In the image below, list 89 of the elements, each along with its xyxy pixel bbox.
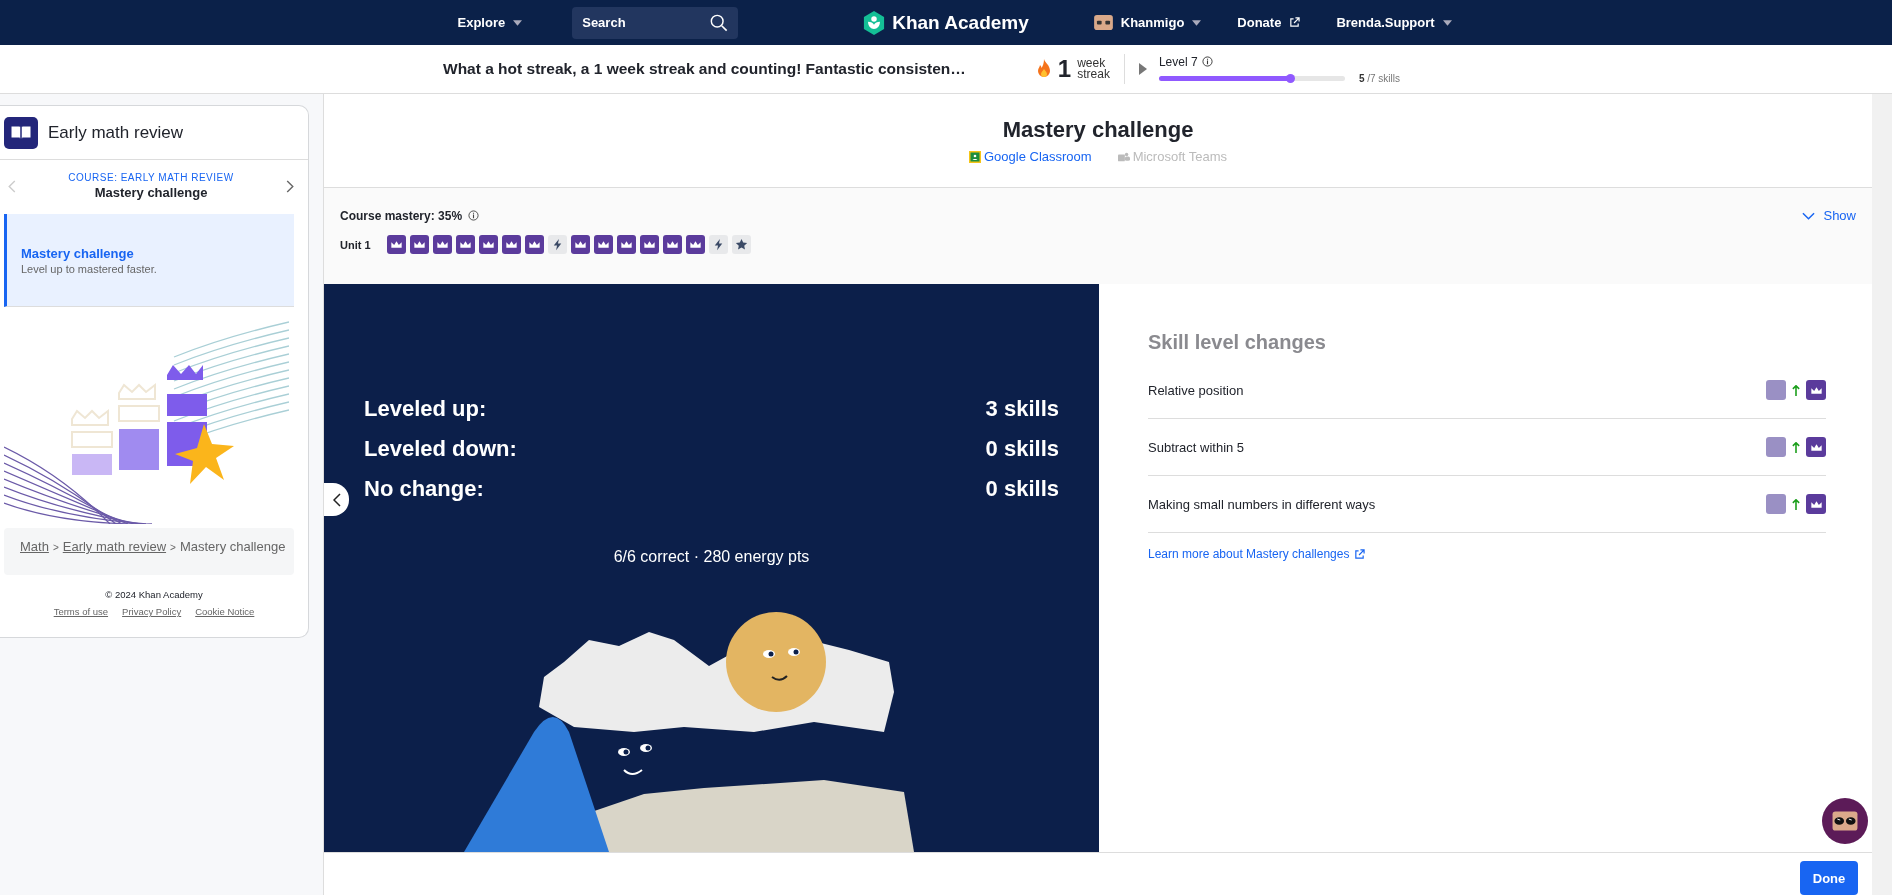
unit-label: Unit 1 (340, 238, 371, 251)
result-value: 0 skills (985, 436, 1059, 462)
caret-icon (1442, 19, 1452, 26)
result-value: 3 skills (985, 396, 1059, 422)
external-link-icon (1289, 17, 1301, 28)
course-mastery-label: Course mastery: 35% (340, 208, 480, 223)
crown-skill-icon[interactable] (386, 235, 406, 254)
arrow-up-icon (1792, 441, 1800, 453)
flame-icon (1035, 59, 1052, 79)
streak-unit: week (1077, 58, 1106, 69)
learn-more-link[interactable]: Learn more about Mastery challenges (1148, 547, 1366, 561)
sidebar-item[interactable]: Mastery challenge Level up to mastered faster. (4, 214, 294, 307)
crown-skill-icon (1806, 437, 1826, 457)
next-icon[interactable] (286, 179, 294, 193)
page-title: Mastery challenge (1002, 117, 1194, 143)
star-skill-icon[interactable] (731, 235, 751, 254)
breadcrumb-separator: > (52, 542, 59, 553)
breadcrumb-link[interactable]: Early math review (62, 539, 167, 554)
proficient-skill-icon (1766, 437, 1786, 457)
classroom-icon (968, 150, 981, 163)
result-label: No change: (364, 476, 484, 502)
skill-name: Subtract within 5 (1148, 439, 1245, 455)
current-lesson: Mastery challenge (94, 185, 208, 200)
info-icon[interactable] (468, 210, 480, 221)
streak-word: streak (1077, 69, 1110, 80)
avatar-icon (1093, 15, 1113, 30)
done-button[interactable]: Done (1800, 861, 1858, 895)
crown-skill-icon[interactable] (478, 235, 498, 254)
show-toggle[interactable]: Show (1802, 208, 1856, 223)
skill-name: Making small numbers in different ways (1148, 496, 1376, 512)
lightning-skill-icon[interactable] (708, 235, 728, 254)
lightning-skill-icon[interactable] (547, 235, 567, 254)
section-heading: Skill level changes (1148, 331, 1327, 354)
book-icon (4, 116, 38, 149)
footer-link[interactable]: Terms of use (53, 606, 109, 617)
footer-link[interactable]: Privacy Policy (122, 606, 182, 617)
result-value: 0 skills (985, 476, 1059, 502)
donate-link[interactable]: Donate (1237, 15, 1301, 30)
search-field[interactable]: Search (572, 6, 739, 39)
proficient-skill-icon (1766, 494, 1786, 514)
streak-count: 1 (1057, 55, 1072, 83)
site-logo[interactable]: Khan Academy (863, 10, 1029, 35)
arrow-up-icon (1792, 384, 1800, 396)
course-link[interactable]: COURSE: EARLY MATH REVIEW (68, 172, 234, 183)
crown-skill-icon[interactable] (662, 235, 682, 254)
crown-skill-icon[interactable] (639, 235, 659, 254)
result-label: Leveled down: (364, 436, 517, 462)
caret-icon (1192, 19, 1202, 26)
breadcrumb-current: Mastery challenge (179, 539, 286, 554)
skills-count: 5 /7 skills (1358, 72, 1400, 84)
avatar-icon (1822, 798, 1868, 844)
play-icon[interactable] (1138, 63, 1147, 75)
crown-skill-icon[interactable] (616, 235, 636, 254)
explore-menu[interactable]: Explore (457, 15, 523, 30)
chevron-left-icon (332, 492, 341, 507)
result-label: Leveled up: (364, 396, 487, 422)
crown-skill-icon[interactable] (570, 235, 590, 254)
teams-icon (1117, 150, 1130, 163)
footer-link[interactable]: Cookie Notice (195, 606, 255, 617)
crown-skill-icon[interactable] (409, 235, 429, 254)
khanmigo-menu[interactable]: Khanmigo (1093, 15, 1202, 30)
crown-skill-icon[interactable] (432, 235, 452, 254)
crown-skill-icon[interactable] (501, 235, 521, 254)
arrow-up-icon (1792, 498, 1800, 510)
course-title: Early math review (48, 122, 184, 143)
info-icon[interactable] (1201, 56, 1213, 67)
copyright-text: © 2024 Khan Academy (104, 589, 204, 600)
crown-skill-icon[interactable] (524, 235, 544, 254)
collapse-button[interactable] (324, 483, 349, 516)
chevron-down-icon (1802, 211, 1816, 220)
streak-message: What a hot streak, a 1 week streak and counting! Fantastic consisten… (443, 60, 966, 78)
skill-name: Relative position (1148, 382, 1244, 398)
khanmigo-button[interactable] (1822, 798, 1868, 844)
proficient-skill-icon (1766, 380, 1786, 400)
crown-skill-icon[interactable] (455, 235, 475, 254)
user-menu[interactable]: Brenda.Support (1336, 15, 1452, 30)
share-link[interactable]: Google Classroom (968, 149, 1092, 164)
scrollbar[interactable] (1872, 94, 1892, 895)
crown-skill-icon (1806, 380, 1826, 400)
breadcrumb-link[interactable]: Math (20, 539, 49, 554)
breadcrumb-separator: > (170, 542, 176, 553)
results-summary: 6/6 correct · 280 energy pts (613, 548, 810, 566)
crown-skill-icon (1806, 494, 1826, 514)
level-label: Level 7 (1158, 54, 1400, 69)
external-link-icon (1354, 548, 1366, 560)
search-icon (710, 13, 729, 32)
crown-skill-icon[interactable] (685, 235, 705, 254)
caret-icon (513, 19, 523, 26)
crown-skill-icon[interactable] (593, 235, 613, 254)
